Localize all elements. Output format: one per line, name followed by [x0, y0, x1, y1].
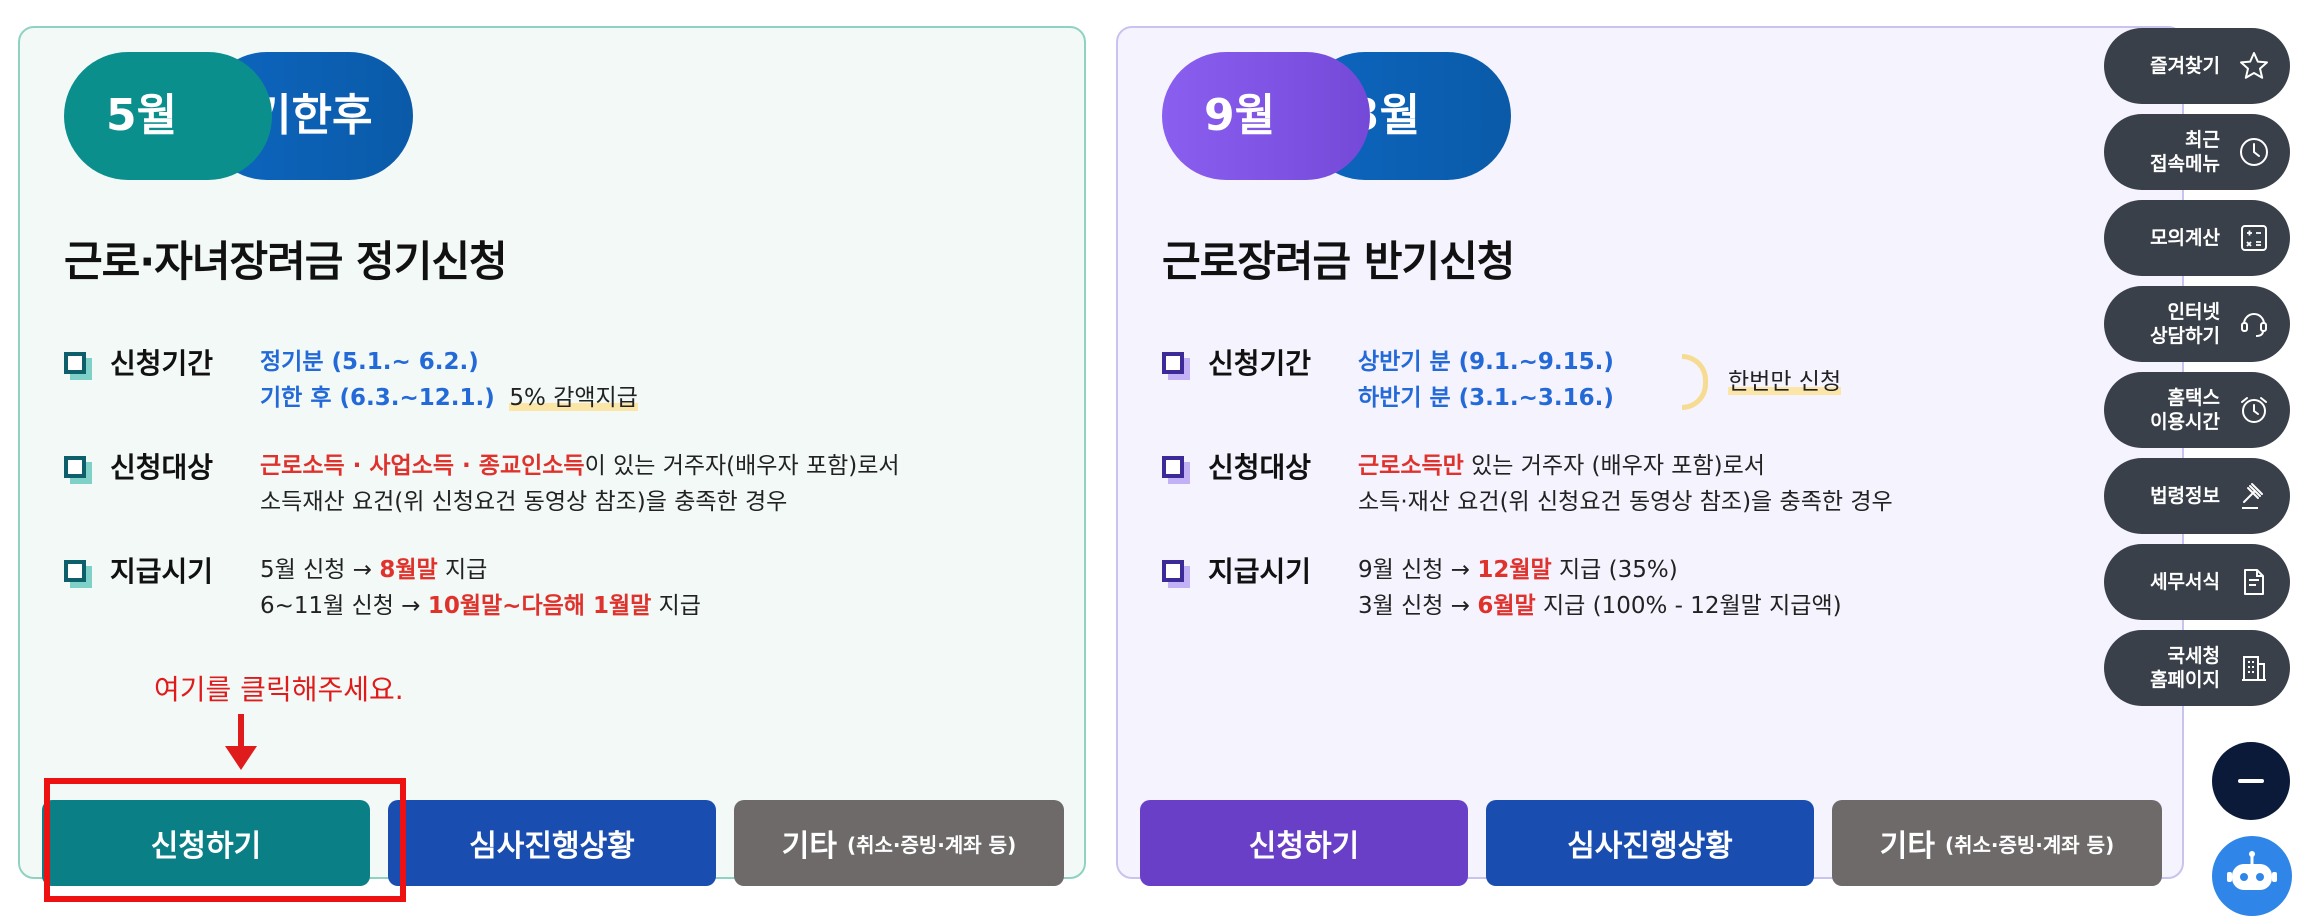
other-label: 기타: [1879, 829, 1935, 864]
document-icon: [2238, 566, 2270, 598]
quick-menu-label: 법령정보: [2150, 485, 2220, 507]
quick-menu-label: 국세청 홈페이지: [2150, 645, 2220, 691]
row-label: 신청기간: [110, 347, 214, 380]
click-here-annotation: 여기를 클릭해주세요.: [154, 673, 404, 706]
pill-text: 5월: [106, 90, 178, 141]
payment-text: 9월 신청 →: [1358, 557, 1478, 583]
gavel-icon: [2238, 480, 2270, 512]
bullet-square-icon: [64, 352, 86, 374]
quick-menu-label: 최근 접속메뉴: [2150, 129, 2220, 175]
row-content: 근로소득 · 사업소득 · 종교인소득이 있는 거주자(배우자 포함)로서 소득…: [260, 448, 900, 520]
other-sub-label: (취소·증빙·계좌 등): [1944, 832, 2115, 857]
bullet-square-icon: [64, 456, 86, 478]
other-label: 기타: [781, 829, 837, 864]
quick-menu-consult[interactable]: 인터넷 상담하기: [2104, 286, 2290, 362]
bullet-square-icon: [1162, 352, 1184, 374]
minus-icon: [2238, 779, 2264, 783]
row-content: 상반기 분 (9.1.~9.15.) 하반기 분 (3.1.~3.16.): [1358, 344, 1614, 416]
row-content: 5월 신청 → 8월말 지급 6~11월 신청 → 10월말~다음해 1월말 지…: [260, 552, 701, 624]
card-title: 근로·자녀장려금 정기신청: [64, 237, 508, 286]
apply-button[interactable]: 신청하기: [1140, 800, 1468, 886]
robot-icon: [2227, 851, 2277, 890]
clock-icon: [2238, 136, 2270, 168]
payment-date: 6월말: [1477, 593, 1536, 619]
other-button[interactable]: 기타 (취소·증빙·계좌 등): [1832, 800, 2162, 886]
period-pill-may: 5월: [64, 52, 272, 180]
row-label: 신청기간: [1208, 347, 1312, 380]
payment-date: 8월말: [379, 557, 438, 583]
eligibility-text: 소득·재산 요건(위 신청요건 동영상 참조)을 충족한 경우: [1358, 489, 1893, 515]
highlight-box: [44, 778, 406, 902]
first-half-period: 상반기 분 (9.1.~9.15.): [1358, 349, 1614, 375]
late-period: 기한 후 (6.3.~12.1.): [260, 385, 495, 411]
quick-menu-label: 인터넷 상담하기: [2150, 301, 2220, 347]
star-icon: [2238, 50, 2270, 82]
payment-text: 지급: [651, 593, 701, 619]
right-card: 3월 9월 근로장려금 반기신청 신청기간 상반기 분 (9.1.~9.15.)…: [1116, 26, 2184, 886]
calculator-icon: [2238, 222, 2270, 254]
quick-menu-label: 모의계산: [2150, 227, 2220, 249]
regular-period: 정기분 (5.1.~ 6.2.): [260, 349, 479, 375]
payment-text: 지급: [437, 557, 488, 583]
once-note-text: 한번만 신청: [1728, 369, 1842, 395]
card-title: 근로장려금 반기신청: [1162, 237, 1515, 286]
payment-date: 10월말~다음해 1월말: [427, 593, 652, 619]
quick-menu-law[interactable]: 법령정보: [2104, 458, 2290, 534]
bullet-square-icon: [1162, 560, 1184, 582]
row-label: 지급시기: [1208, 555, 1312, 588]
review-status-button[interactable]: 심사진행상황: [1486, 800, 1814, 886]
alarm-icon: [2238, 394, 2270, 426]
quick-menu-favorites[interactable]: 즐겨찾기: [2104, 28, 2290, 104]
quick-menu-label: 즐겨찾기: [2150, 55, 2220, 77]
left-card: 기한후 5월 근로·자녀장려금 정기신청 신청기간 정기분 (5.1.~ 6.2…: [18, 26, 1086, 902]
eligibility-text: 있는 거주자 (배우자 포함)로서: [1463, 453, 1765, 479]
row-label: 신청대상: [1208, 451, 1312, 484]
collapse-quick-menu-button[interactable]: [2212, 742, 2290, 820]
bracket-arc-icon: [1682, 354, 1708, 410]
quick-menu-label: 세무서식: [2150, 571, 2220, 593]
income-types: 근로소득 · 사업소득 · 종교인소득: [260, 453, 585, 479]
arrow-head-icon: [225, 746, 257, 770]
quick-menu-homepage[interactable]: 국세청 홈페이지: [2104, 630, 2290, 706]
bullet-square-icon: [64, 560, 86, 582]
reduction-note: 5% 감액지급: [509, 385, 638, 411]
quick-menu-forms[interactable]: 세무서식: [2104, 544, 2290, 620]
chat-icon: [2238, 308, 2270, 340]
quick-menu-hours[interactable]: 홈택스 이용시간: [2104, 372, 2290, 448]
eligibility-text: 이 있는 거주자(배우자 포함)로서: [584, 453, 900, 479]
payment-text: 5월 신청 →: [260, 557, 380, 583]
row-content: 정기분 (5.1.~ 6.2.) 기한 후 (6.3.~12.1.) 5% 감액…: [260, 344, 638, 416]
payment-text: 지급 (100% - 12월말 지급액): [1535, 593, 1842, 619]
other-button[interactable]: 기타 (취소·증빙·계좌 등): [734, 800, 1064, 886]
row-content: 근로소득만 있는 거주자 (배우자 포함)로서 소득·재산 요건(위 신청요건 …: [1358, 448, 1893, 520]
building-icon: [2238, 652, 2270, 684]
quick-menu-recent[interactable]: 최근 접속메뉴: [2104, 114, 2290, 190]
bullet-square-icon: [1162, 456, 1184, 478]
eligibility-text: 소득재산 요건(위 신청요건 동영상 참조)을 충족한 경우: [260, 489, 788, 515]
pill-text: 9월: [1204, 90, 1276, 141]
row-content: 9월 신청 → 12월말 지급 (35%) 3월 신청 → 6월말 지급 (10…: [1358, 552, 1842, 624]
other-sub-label: (취소·증빙·계좌 등): [846, 832, 1017, 857]
second-half-period: 하반기 분 (3.1.~3.16.): [1358, 385, 1614, 411]
row-label: 신청대상: [110, 451, 214, 484]
review-status-button[interactable]: 심사진행상황: [388, 800, 716, 886]
period-pill-september: 9월: [1162, 52, 1370, 180]
payment-text: 3월 신청 →: [1358, 593, 1478, 619]
income-types: 근로소득만: [1358, 453, 1464, 479]
row-label: 지급시기: [110, 555, 214, 588]
quick-menu-calculator[interactable]: 모의계산: [2104, 200, 2290, 276]
chatbot-button[interactable]: [2212, 836, 2292, 916]
once-note: 한번만 신청: [1728, 364, 1842, 400]
payment-text: 지급 (35%): [1551, 557, 1678, 583]
quick-menu-label: 홈택스 이용시간: [2150, 387, 2220, 433]
payment-date: 12월말: [1477, 557, 1552, 583]
payment-text: 6~11월 신청 →: [260, 593, 428, 619]
